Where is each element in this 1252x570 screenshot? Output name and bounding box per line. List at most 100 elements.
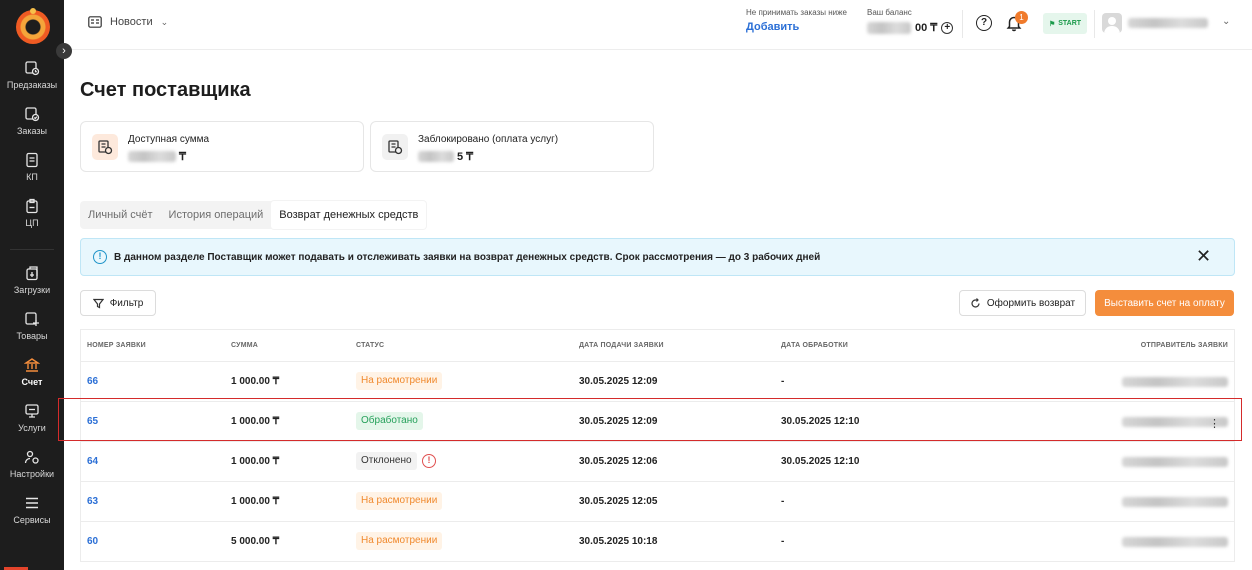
- app-root: Предзаказы Заказы КП ЦП Загрузки Товары …: [0, 0, 1252, 570]
- top-bar-divider: [1094, 10, 1095, 38]
- info-icon: !: [93, 250, 107, 264]
- tabs: Личный счёт История операций Возврат ден…: [80, 201, 427, 229]
- sender-redacted: [1122, 497, 1228, 507]
- request-sum: 1 000.00 ₸: [231, 496, 280, 507]
- document-icon: [26, 152, 38, 168]
- upload-icon: [26, 266, 38, 281]
- filter-label: Фильтр: [109, 297, 144, 309]
- table-row[interactable]: 63 1 000.00 ₸ На расмотрении 30.05.2025 …: [81, 482, 1234, 522]
- products-icon: [25, 312, 39, 326]
- processed-date: -: [781, 496, 785, 507]
- help-icon[interactable]: ?: [976, 15, 992, 31]
- start-label: START: [1058, 20, 1082, 27]
- price-icon: [26, 198, 38, 214]
- request-sum: 5 000.00 ₸: [231, 536, 280, 547]
- blocked-amount-card: Заблокировано (оплата услуг) 5 ₸: [370, 121, 654, 172]
- page-title: Счет поставщика: [80, 79, 251, 101]
- balance-caption: Ваш баланс: [867, 8, 912, 17]
- order-limit: Не принимать заказы ниже Добавить: [746, 8, 847, 33]
- card-title: Доступная сумма: [128, 134, 210, 145]
- submitted-date: 30.05.2025 12:06: [579, 456, 658, 467]
- column-header-status[interactable]: СТАТУС: [356, 342, 384, 349]
- sidebar-item-preorders[interactable]: Предзаказы: [0, 60, 64, 90]
- sidebar-item-orders[interactable]: Заказы: [0, 106, 64, 136]
- warning-icon[interactable]: !: [422, 454, 436, 468]
- refund-table: НОМЕР ЗАЯВКИ СУММА СТАТУС ДАТА ПОДАЧИ ЗА…: [80, 329, 1235, 562]
- chevron-down-icon[interactable]: ⌄: [1222, 16, 1230, 27]
- filter-icon: [92, 298, 104, 308]
- notification-badge: 1: [1015, 11, 1028, 24]
- user-icon: [1104, 17, 1120, 33]
- card-value-suffix: 5 ₸: [457, 151, 474, 163]
- logo[interactable]: [16, 10, 50, 44]
- menu-icon: [26, 497, 38, 509]
- close-icon[interactable]: ✕: [1196, 247, 1211, 265]
- sidebar-item-products[interactable]: Товары: [0, 311, 64, 341]
- table-row[interactable]: 65 1 000.00 ₸ Обработано 30.05.2025 12:0…: [81, 402, 1234, 442]
- request-sum: 1 000.00 ₸: [231, 416, 280, 427]
- status-badge: Отклонено: [356, 452, 417, 470]
- tab-operation-history[interactable]: История операций: [161, 201, 272, 229]
- card-value: ₸: [128, 150, 186, 163]
- news-dropdown[interactable]: Новости ⌄: [88, 16, 168, 28]
- balance-value: 00 ₸ +: [867, 21, 954, 34]
- processed-date: -: [781, 376, 785, 387]
- amount-redacted: [418, 151, 454, 162]
- avatar[interactable]: [1102, 13, 1122, 33]
- request-id-link[interactable]: 60: [87, 536, 98, 547]
- card-value-suffix: ₸: [179, 151, 186, 163]
- sidebar-item-label: Настройки: [9, 469, 55, 479]
- column-header-processed[interactable]: ДАТА ОБРАБОТКИ: [781, 342, 848, 349]
- request-id-link[interactable]: 64: [87, 456, 98, 467]
- sidebar-item-cp[interactable]: ЦП: [0, 198, 64, 228]
- tab-refund[interactable]: Возврат денежных средств: [271, 201, 427, 229]
- more-options-icon[interactable]: ⋮: [1209, 417, 1220, 430]
- tab-personal-account[interactable]: Личный счёт: [80, 201, 161, 229]
- column-header-sum[interactable]: СУММА: [231, 342, 258, 349]
- sidebar-item-label: Услуги: [18, 423, 46, 433]
- column-header-submitted[interactable]: ДАТА ПОДАЧИ ЗАЯВКИ: [579, 342, 664, 349]
- sidebar-item-label: Предзаказы: [6, 80, 58, 90]
- chevron-right-icon: ›: [62, 45, 66, 57]
- sidebar-item-kp[interactable]: КП: [0, 152, 64, 182]
- request-sum: 1 000.00 ₸: [231, 456, 280, 467]
- issue-invoice-button[interactable]: Выставить счет на оплату: [1095, 290, 1234, 316]
- sidebar: Предзаказы Заказы КП ЦП Загрузки Товары …: [0, 0, 64, 570]
- status-badge: На расмотрении: [356, 532, 443, 550]
- sidebar-collapse-button[interactable]: ›: [56, 43, 72, 59]
- request-id-link[interactable]: 66: [87, 376, 98, 387]
- chevron-down-icon: ⌄: [160, 16, 169, 27]
- info-text: В данном разделе Поставщик может подават…: [114, 252, 821, 263]
- request-id-link[interactable]: 63: [87, 496, 98, 507]
- user-name-redacted[interactable]: [1128, 18, 1208, 28]
- submitted-date: 30.05.2025 10:18: [579, 536, 658, 547]
- sidebar-item-apps[interactable]: Сервисы: [0, 495, 64, 525]
- column-header-id[interactable]: НОМЕР ЗАЯВКИ: [87, 342, 146, 349]
- processed-date: -: [781, 536, 785, 547]
- sidebar-item-account[interactable]: Счет: [0, 357, 64, 387]
- card-title: Заблокировано (оплата услуг): [418, 134, 559, 145]
- sidebar-item-services[interactable]: Услуги: [0, 403, 64, 433]
- create-refund-button[interactable]: Оформить возврат: [959, 290, 1086, 316]
- wallet-icon: [92, 134, 118, 160]
- order-limit-caption: Не принимать заказы ниже: [746, 8, 847, 17]
- sidebar-item-label: ЦП: [25, 218, 39, 228]
- sender-redacted: [1122, 377, 1228, 387]
- bank-icon: [24, 358, 40, 372]
- table-row[interactable]: 64 1 000.00 ₸ Отклонено ! 30.05.2025 12:…: [81, 442, 1234, 482]
- sidebar-item-settings[interactable]: Настройки: [0, 449, 64, 479]
- status-badge: Обработано: [356, 412, 423, 430]
- filter-button[interactable]: Фильтр: [80, 290, 156, 316]
- table-row[interactable]: 60 5 000.00 ₸ На расмотрении 30.05.2025 …: [81, 522, 1234, 562]
- news-icon: [88, 16, 102, 28]
- table-row[interactable]: 66 1 000.00 ₸ На расмотрении 30.05.2025 …: [81, 362, 1234, 402]
- processed-date: 30.05.2025 12:10: [781, 416, 860, 427]
- sender-redacted: [1122, 537, 1228, 547]
- start-plan-badge[interactable]: ⚑ START: [1043, 13, 1087, 34]
- request-id-link[interactable]: 65: [87, 416, 98, 427]
- add-balance-icon[interactable]: +: [941, 21, 954, 34]
- sidebar-item-uploads[interactable]: Загрузки: [0, 265, 64, 295]
- order-limit-add-link[interactable]: Добавить: [746, 21, 847, 33]
- submitted-date: 30.05.2025 12:05: [579, 496, 658, 507]
- column-header-sender[interactable]: ОТПРАВИТЕЛЬ ЗАЯВКИ: [1141, 342, 1228, 349]
